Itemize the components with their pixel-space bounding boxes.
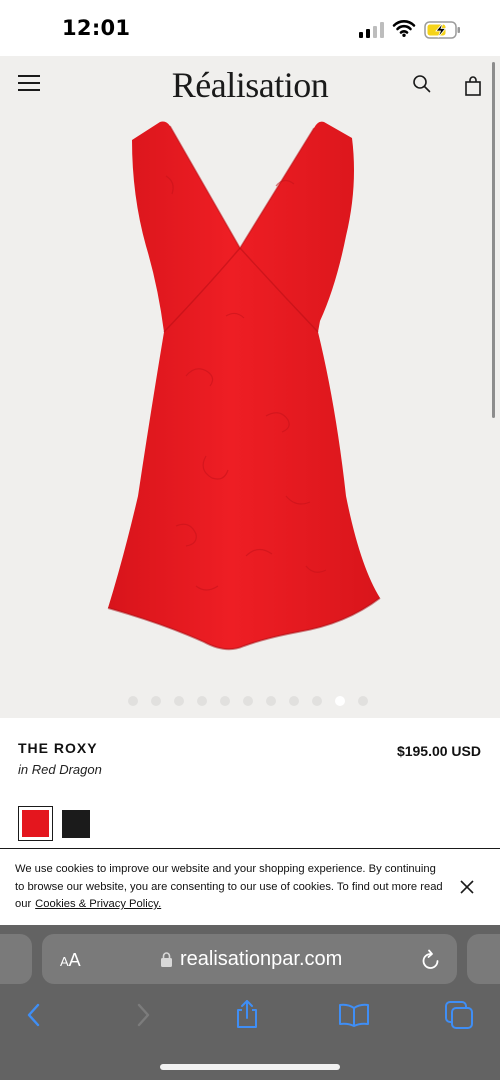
- site-header: Réalisation: [0, 56, 500, 116]
- product-gallery[interactable]: [0, 116, 500, 718]
- close-icon[interactable]: [459, 879, 475, 895]
- battery-charging-icon: [424, 21, 460, 39]
- gallery-dot[interactable]: [128, 696, 138, 706]
- text-size-large-a: A: [68, 950, 81, 970]
- product-variant: in Red Dragon: [18, 762, 102, 777]
- previous-tab-peek[interactable]: [0, 934, 32, 984]
- bookmarks-icon[interactable]: [338, 1003, 370, 1027]
- swatch-red-fill: [22, 810, 49, 837]
- page-scrollbar[interactable]: [492, 62, 495, 418]
- gallery-dot[interactable]: [358, 696, 368, 706]
- lock-icon: [161, 952, 172, 967]
- status-time: 12:01: [62, 16, 131, 40]
- forward-icon[interactable]: [135, 1003, 151, 1027]
- gallery-dot[interactable]: [174, 696, 184, 706]
- gallery-dot[interactable]: [197, 696, 207, 706]
- swatch-red-dragon[interactable]: [18, 806, 53, 841]
- reload-icon[interactable]: [421, 949, 441, 971]
- cellular-signal-icon: [359, 22, 385, 38]
- home-indicator[interactable]: [160, 1064, 340, 1070]
- url-text[interactable]: realisationpar.com: [180, 948, 342, 971]
- next-tab-peek[interactable]: [467, 934, 500, 984]
- gallery-dot[interactable]: [151, 696, 161, 706]
- share-icon[interactable]: [234, 999, 260, 1029]
- gallery-dot[interactable]: [289, 696, 299, 706]
- cookie-banner: We use cookies to improve our website an…: [0, 848, 500, 926]
- search-icon[interactable]: [412, 74, 432, 94]
- gallery-dot-active[interactable]: [335, 696, 345, 706]
- gallery-dot[interactable]: [312, 696, 322, 706]
- shopping-bag-icon[interactable]: [464, 76, 482, 96]
- gallery-dot[interactable]: [220, 696, 230, 706]
- product-image-red-dress[interactable]: [46, 116, 452, 661]
- cookie-policy-link[interactable]: Cookies & Privacy Policy.: [35, 898, 161, 910]
- gallery-dot[interactable]: [243, 696, 253, 706]
- wifi-icon: [392, 20, 416, 37]
- product-price: $195.00 USD: [396, 743, 481, 759]
- status-bar: 12:01: [0, 0, 500, 56]
- product-name: THE ROXY: [18, 740, 98, 756]
- text-size-small-a: A: [60, 954, 69, 969]
- tabs-icon[interactable]: [444, 1000, 474, 1030]
- gallery-dot[interactable]: [266, 696, 276, 706]
- text-size-button[interactable]: AA: [60, 950, 81, 971]
- swatch-black[interactable]: [62, 810, 90, 838]
- back-icon[interactable]: [26, 1003, 42, 1027]
- cookie-message: We use cookies to improve our website an…: [15, 861, 443, 914]
